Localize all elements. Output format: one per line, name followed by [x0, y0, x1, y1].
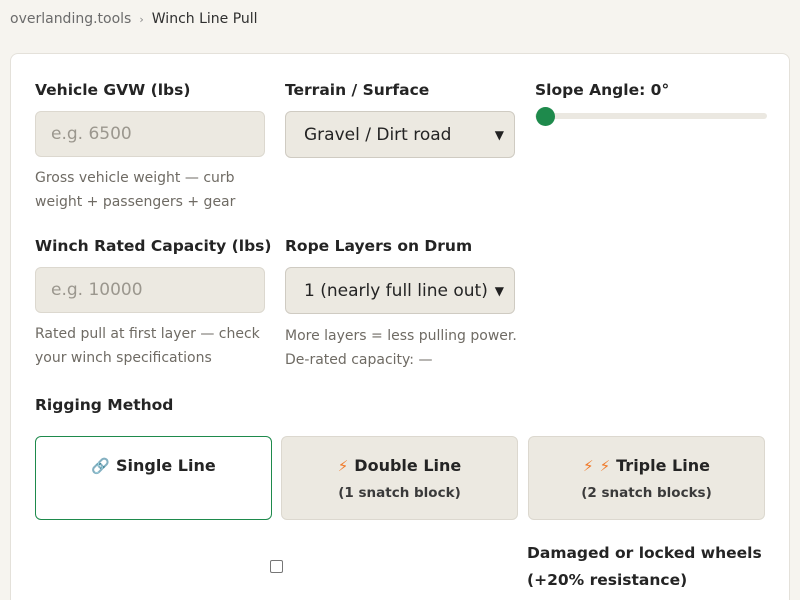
- rigging-method-label: Rigging Method: [35, 396, 174, 414]
- terrain-selected-value: Gravel / Dirt road: [304, 124, 452, 145]
- lightning-icon: ⚡: [337, 456, 349, 475]
- damaged-wheels-label-line2: (+20% resistance): [527, 571, 688, 589]
- rigging-single-title: Single Line: [116, 456, 216, 475]
- rigging-triple-title: Triple Line: [616, 456, 710, 475]
- breadcrumb-separator: ›: [139, 12, 144, 26]
- gvw-label: Vehicle GVW (lbs): [35, 81, 191, 99]
- rigging-double-title-row: ⚡ Double Line: [282, 456, 517, 475]
- rigging-triple-title-row: ⚡ ⚡ Triple Line: [529, 456, 764, 475]
- winch-hint-line2: your winch specifications: [35, 350, 212, 366]
- gvw-hint-line2: weight + passengers + gear: [35, 194, 236, 210]
- layers-hint-line1: More layers = less pulling power.: [285, 328, 517, 344]
- chevron-down-icon: ▼: [494, 283, 504, 298]
- derated-capacity-text: De-rated capacity: —: [285, 352, 433, 368]
- breadcrumb: overlanding.tools › Winch Line Pull: [10, 11, 258, 27]
- damaged-wheels-label[interactable]: Damaged or locked wheels (+20% resistanc…: [527, 540, 762, 594]
- rigging-single-title-row: 🔗 Single Line: [36, 456, 271, 475]
- slope-label: Slope Angle: 0°: [535, 81, 670, 99]
- damaged-wheels-checkbox[interactable]: [270, 560, 283, 573]
- winch-capacity-label: Winch Rated Capacity (lbs): [35, 237, 272, 255]
- gvw-hint: Gross vehicle weight — curb weight + pas…: [35, 166, 235, 214]
- lightning-icon: ⚡: [583, 456, 594, 475]
- rigging-double-title: Double Line: [354, 456, 462, 475]
- terrain-label: Terrain / Surface: [285, 81, 430, 99]
- link-icon: 🔗: [91, 456, 110, 475]
- gvw-placeholder: e.g. 6500: [51, 124, 132, 144]
- winch-capacity-placeholder: e.g. 10000: [51, 280, 143, 300]
- winch-capacity-hint: Rated pull at first layer — check your w…: [35, 322, 260, 370]
- rope-layers-selected-value: 1 (nearly full line out): [304, 280, 488, 301]
- winch-hint-line1: Rated pull at first layer — check: [35, 326, 260, 342]
- lightning-icon: ⚡: [599, 456, 611, 475]
- rope-layers-select[interactable]: 1 (nearly full line out) ▼: [285, 267, 515, 314]
- winch-capacity-input[interactable]: e.g. 10000: [35, 267, 265, 313]
- chevron-down-icon: ▼: [494, 127, 504, 142]
- terrain-select[interactable]: Gravel / Dirt road ▼: [285, 111, 515, 158]
- rigging-single-line-button[interactable]: 🔗 Single Line: [35, 436, 272, 520]
- rigging-double-line-button[interactable]: ⚡ Double Line (1 snatch block): [281, 436, 518, 520]
- slope-slider-thumb[interactable]: [536, 107, 555, 126]
- rigging-triple-line-button[interactable]: ⚡ ⚡ Triple Line (2 snatch blocks): [528, 436, 765, 520]
- rope-layers-label: Rope Layers on Drum: [285, 237, 473, 255]
- breadcrumb-current: Winch Line Pull: [151, 11, 258, 27]
- slope-slider-track[interactable]: [535, 113, 767, 119]
- rigging-double-subtitle: (1 snatch block): [338, 485, 461, 501]
- breadcrumb-site-link[interactable]: overlanding.tools: [10, 11, 131, 27]
- rope-layers-hint: More layers = less pulling power. De-rat…: [285, 324, 517, 372]
- rigging-triple-subtitle: (2 snatch blocks): [581, 485, 712, 501]
- gvw-input[interactable]: e.g. 6500: [35, 111, 265, 157]
- gvw-hint-line1: Gross vehicle weight — curb: [35, 170, 235, 186]
- damaged-wheels-label-line1: Damaged or locked wheels: [527, 544, 762, 562]
